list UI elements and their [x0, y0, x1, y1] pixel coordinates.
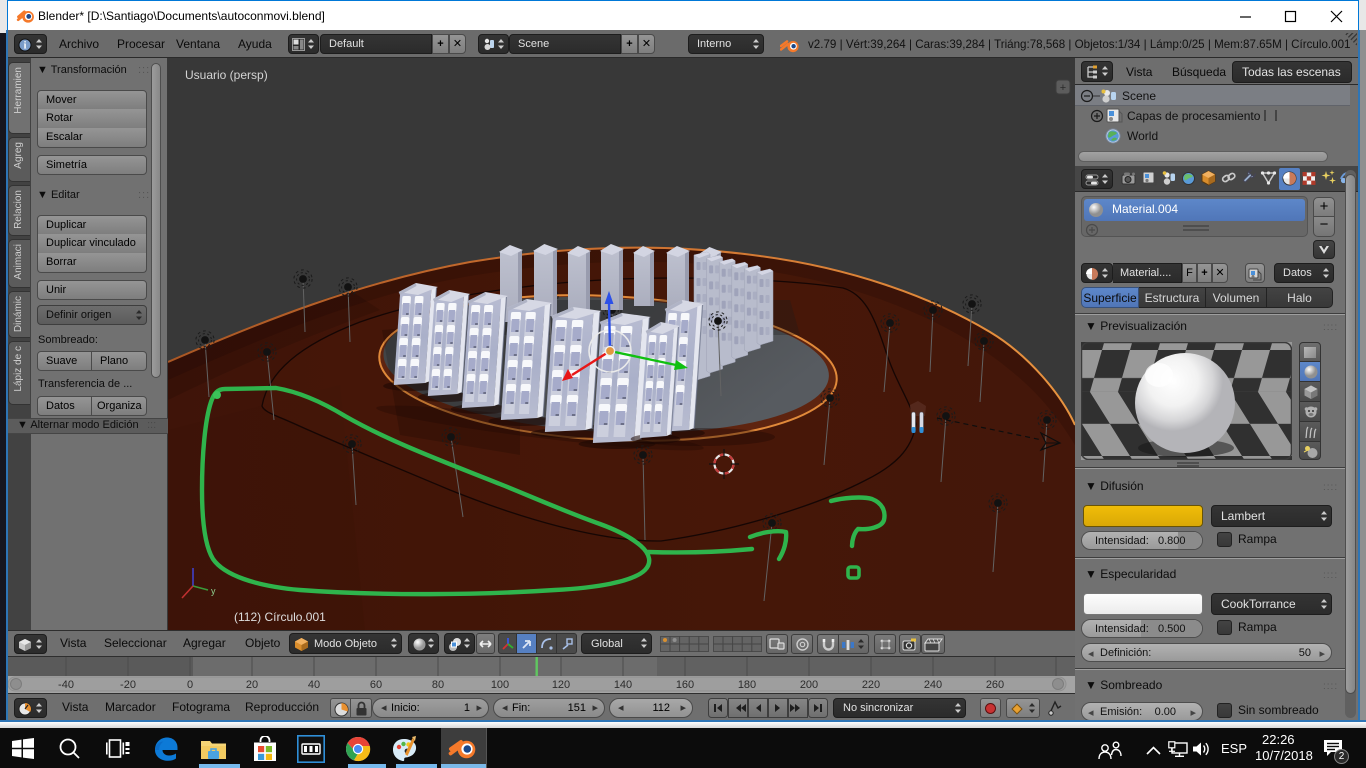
svg-text:40: 40 — [308, 679, 320, 691]
svg-text:Capas de procesamiento: Capas de procesamiento — [1127, 109, 1261, 123]
svg-text:(112) Círculo.001: (112) Círculo.001 — [234, 610, 326, 624]
svg-text:Usuario (persp): Usuario (persp) — [185, 68, 268, 82]
svg-text:100: 100 — [491, 679, 509, 691]
svg-text:200: 200 — [800, 679, 818, 691]
svg-text:+: + — [1060, 82, 1066, 94]
svg-text:240: 240 — [924, 679, 942, 691]
svg-text:140: 140 — [614, 679, 632, 691]
svg-text:-20: -20 — [120, 679, 136, 691]
svg-text:220: 220 — [862, 679, 880, 691]
svg-text:World: World — [1127, 129, 1158, 143]
svg-text:0: 0 — [187, 679, 193, 691]
svg-text:260: 260 — [986, 679, 1004, 691]
svg-text:i: i — [24, 41, 27, 52]
svg-text:80: 80 — [432, 679, 444, 691]
svg-text:-40: -40 — [58, 679, 74, 691]
svg-text:20: 20 — [246, 679, 258, 691]
svg-text:y: y — [211, 586, 216, 596]
svg-text:Scene: Scene — [1122, 89, 1156, 103]
svg-text:120: 120 — [552, 679, 570, 691]
svg-text:160: 160 — [676, 679, 694, 691]
svg-text:180: 180 — [738, 679, 756, 691]
svg-text:60: 60 — [370, 679, 382, 691]
